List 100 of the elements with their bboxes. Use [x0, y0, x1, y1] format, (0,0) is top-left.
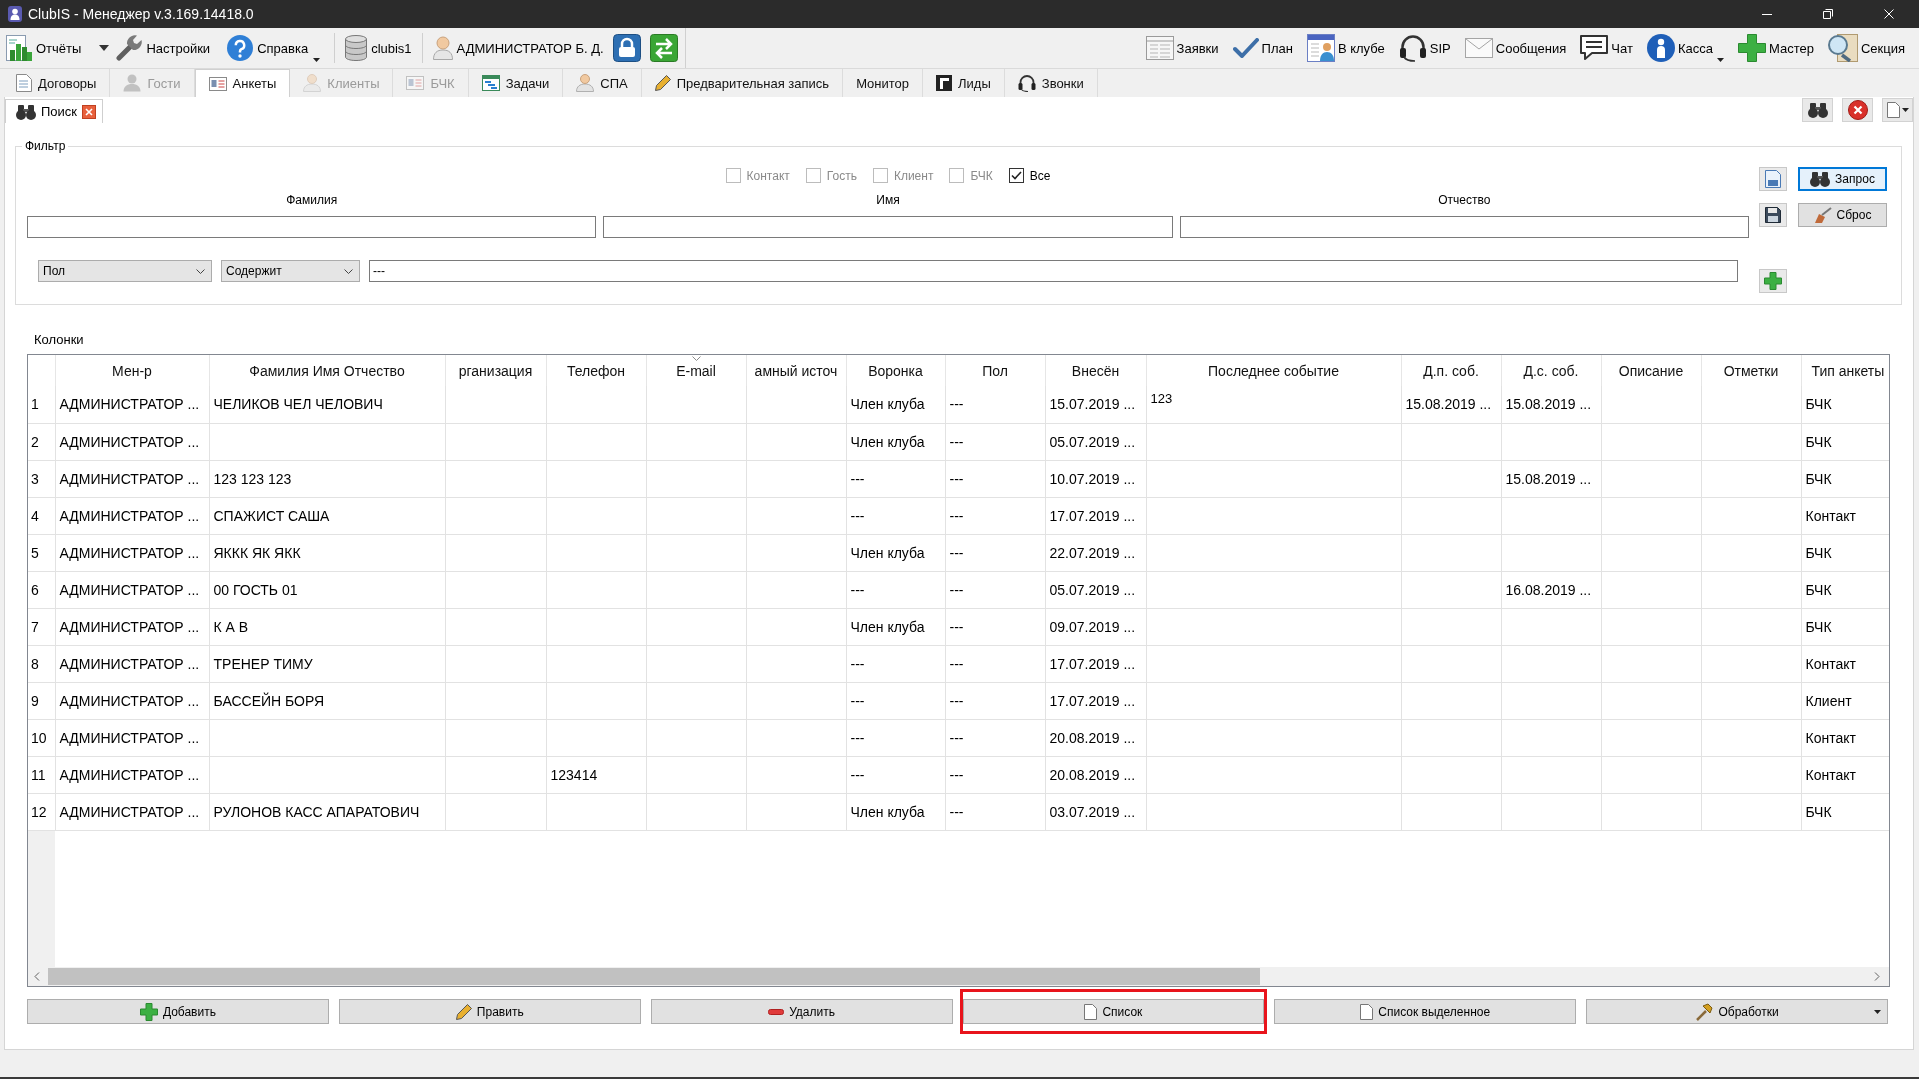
query-button[interactable]: Запрос — [1798, 167, 1887, 191]
add-button[interactable] — [1759, 269, 1787, 293]
table-cell: АДМИНИСТРАТОР ... — [55, 460, 209, 497]
restore-icon — [1822, 9, 1833, 19]
search-button[interactable] — [1802, 98, 1833, 122]
text-field[interactable] — [27, 216, 597, 238]
reset-button[interactable]: Сброс — [1798, 203, 1887, 227]
toolbar-button[interactable]: Заявки — [1145, 31, 1219, 65]
column-header[interactable]: Описание — [1601, 355, 1701, 386]
row-number: 7 — [28, 608, 55, 645]
action-button[interactable]: Добавить — [27, 999, 329, 1024]
table-cell: 00 ГОСТЬ 01 — [209, 571, 445, 608]
row-number: 2 — [28, 423, 55, 460]
text-field[interactable] — [603, 216, 1173, 238]
close-button[interactable] — [1842, 98, 1873, 122]
table-cell: БЧК — [1801, 460, 1889, 497]
table-cell: АДМИНИСТРАТОР ... — [55, 756, 209, 793]
column-header[interactable]: амный источ — [746, 355, 846, 386]
arrows-exchange-icon[interactable] — [649, 34, 678, 62]
table-cell: --- — [846, 719, 945, 756]
toolbar-button[interactable]: Сообщения — [1464, 31, 1567, 65]
toolbar-button[interactable]: Чат — [1580, 31, 1633, 65]
plus-icon — [1737, 34, 1766, 62]
table-cell: 09.07.2019 ... — [1045, 608, 1146, 645]
action-button[interactable]: Обработки — [1586, 999, 1888, 1024]
column-header[interactable]: Д.с. соб. — [1501, 355, 1601, 386]
table-cell: --- — [846, 571, 945, 608]
user-button[interactable]: АДМИНИСТРАТОР Б. Д. — [432, 31, 604, 65]
action-button[interactable]: Удалить — [650, 999, 953, 1024]
column-header[interactable]: E-mail — [646, 355, 746, 386]
magnifier-icon — [1827, 34, 1858, 62]
action-button[interactable]: Править — [338, 999, 641, 1024]
close-icon — [1847, 100, 1868, 120]
table-cell: --- — [945, 571, 1045, 608]
toolbar-button[interactable]: В клубе — [1306, 31, 1385, 65]
table-cell: 15.08.2019 ... — [1401, 386, 1501, 423]
row-number: 4 — [28, 497, 55, 534]
table-cell: 05.07.2019 ... — [1045, 571, 1146, 608]
toolbar-button[interactable]: Настройки — [116, 31, 211, 65]
field-label: Фамилия — [286, 192, 338, 208]
table-cell: Член клуба — [846, 608, 945, 645]
table-cell: --- — [945, 793, 1045, 830]
table-cell: 17.07.2019 ... — [1045, 497, 1146, 534]
pencil-icon — [654, 75, 671, 91]
save-button[interactable] — [1759, 203, 1787, 227]
toolbar-button[interactable]: SIP — [1398, 31, 1451, 65]
checkbox-label[interactable]: Все — [1029, 168, 1051, 183]
action-button[interactable]: Список — [962, 999, 1265, 1024]
toolbar-button[interactable]: Отчёты — [6, 31, 110, 65]
close-icon[interactable] — [82, 104, 97, 119]
person-badge-icon — [8, 6, 22, 22]
caret-icon — [313, 58, 321, 62]
row-number: 12 — [28, 793, 55, 830]
tab[interactable]: Поиск — [5, 99, 104, 123]
column-header[interactable]: Д.п. соб. — [1401, 355, 1501, 386]
row-number: 5 — [28, 534, 55, 571]
column-header[interactable]: Отметки — [1701, 355, 1801, 386]
toolbar-button[interactable]: Мастер — [1737, 31, 1814, 65]
column-header[interactable]: Внесён — [1045, 355, 1146, 386]
horizontal-scrollbar[interactable] — [28, 967, 1889, 986]
page-menu-button[interactable] — [1882, 98, 1913, 122]
toolbar-button[interactable]: План — [1232, 31, 1293, 65]
group-title: Фильтр — [24, 139, 67, 153]
binoculars-icon — [1810, 171, 1831, 187]
column-header[interactable]: Мен-р — [55, 355, 209, 386]
toolbar-button[interactable]: clubis1 — [345, 31, 412, 65]
scrollbar-thumb[interactable] — [48, 968, 1260, 985]
field-label: Отчество — [1438, 192, 1491, 208]
page-icon — [1360, 1003, 1374, 1020]
table-cell: --- — [846, 497, 945, 534]
caret-icon — [99, 45, 110, 51]
checkmark-icon — [1232, 38, 1259, 58]
plus-icon — [1764, 272, 1782, 290]
section-label: Колонки — [34, 332, 85, 348]
column-header[interactable]: Воронка — [846, 355, 945, 386]
column-header[interactable]: Фамилия Имя Отчество — [209, 355, 445, 386]
document-button[interactable] — [1759, 167, 1787, 191]
column-header[interactable]: Пол — [945, 355, 1045, 386]
dropdown[interactable]: Содержит — [221, 260, 360, 282]
user-icon — [432, 36, 453, 60]
column-header[interactable]: Телефон — [546, 355, 646, 386]
checkbox[interactable] — [1008, 168, 1024, 183]
text-field[interactable] — [1179, 216, 1749, 238]
dropdown[interactable]: Пол — [38, 260, 212, 282]
text-field[interactable]: --- — [369, 260, 1738, 282]
action-button[interactable]: Список выделенное — [1274, 999, 1577, 1024]
column-header[interactable]: Последнее событие — [1146, 355, 1401, 386]
table-cell: БЧК — [1801, 386, 1889, 423]
toolbar-button[interactable]: Справка — [227, 31, 321, 65]
toolbar-button[interactable]: Секция — [1827, 31, 1905, 65]
tab[interactable]: Анкеты — [194, 69, 291, 97]
chat-bubble-icon — [1580, 35, 1609, 61]
table-cell: АДМИНИСТРАТОР ... — [55, 386, 209, 423]
table-cell: Член клуба — [846, 534, 945, 571]
gantt-chart-icon — [481, 75, 500, 91]
toolbar-button[interactable]: Касса — [1646, 31, 1724, 65]
table-cell: --- — [846, 682, 945, 719]
person-circle-icon — [1646, 34, 1675, 62]
lock-icon[interactable] — [612, 34, 641, 62]
column-header[interactable]: рганизация — [445, 355, 546, 386]
